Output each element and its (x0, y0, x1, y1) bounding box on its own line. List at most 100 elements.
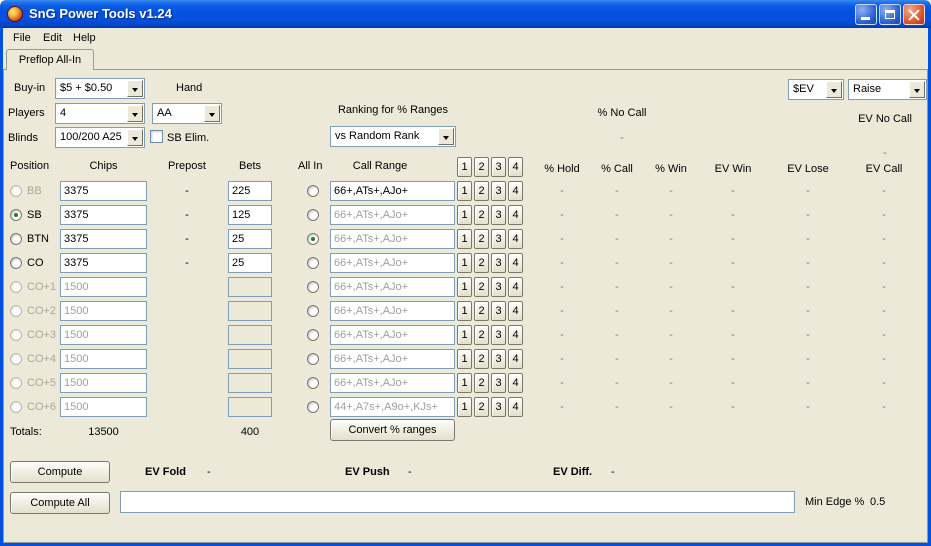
status-input[interactable] (120, 491, 795, 513)
buyin-select[interactable]: $5 + $0.50 (55, 78, 145, 99)
chips-input[interactable] (60, 397, 147, 417)
position-radio[interactable] (10, 209, 22, 221)
allin-radio[interactable] (307, 329, 319, 341)
bets-input[interactable] (228, 397, 272, 417)
call-range-input[interactable] (330, 253, 455, 273)
range-preset-1-button[interactable]: 1 (457, 253, 472, 273)
allin-radio[interactable] (307, 377, 319, 389)
ranking-select[interactable]: vs Random Rank (330, 126, 456, 147)
bets-input[interactable] (228, 277, 272, 297)
bets-input[interactable] (228, 301, 272, 321)
call-range-input[interactable] (330, 325, 455, 345)
range-preset-2-button[interactable]: 2 (474, 301, 489, 321)
call-range-input[interactable] (330, 205, 455, 225)
range-preset-4-button[interactable]: 4 (508, 181, 523, 201)
range-preset-2-button[interactable]: 2 (474, 229, 489, 249)
range-preset-4-button[interactable]: 4 (508, 325, 523, 345)
call-range-input[interactable] (330, 277, 455, 297)
ev-mode-select[interactable]: $EV (788, 79, 844, 100)
bets-input[interactable] (228, 229, 272, 249)
sb-elim-checkbox[interactable] (150, 130, 163, 143)
range-preset-1-button[interactable]: 1 (457, 301, 472, 321)
position-radio[interactable] (10, 257, 22, 269)
action-select[interactable]: Raise (848, 79, 927, 100)
range-preset-1-button[interactable]: 1 (457, 277, 472, 297)
menu-file[interactable]: File (7, 31, 37, 45)
chips-input[interactable] (60, 205, 147, 225)
range-preset-2-button[interactable]: 2 (474, 205, 489, 225)
tab-preflop-all-in[interactable]: Preflop All-In (6, 49, 94, 70)
allin-radio[interactable] (307, 209, 319, 221)
maximize-button[interactable] (879, 4, 901, 25)
range-preset-3-button[interactable]: 3 (491, 253, 506, 273)
compute-button[interactable]: Compute (10, 461, 110, 483)
call-range-input[interactable] (330, 397, 455, 417)
position-radio[interactable] (10, 329, 22, 341)
close-button[interactable] (903, 4, 925, 25)
allin-radio[interactable] (307, 353, 319, 365)
range-preset-2-button[interactable]: 2 (474, 397, 489, 417)
allin-radio[interactable] (307, 233, 319, 245)
position-radio[interactable] (10, 185, 22, 197)
range-preset-3-button[interactable]: 3 (491, 301, 506, 321)
range-preset-3-button[interactable]: 3 (491, 157, 506, 177)
range-preset-2-button[interactable]: 2 (474, 373, 489, 393)
chevron-down-icon[interactable] (909, 81, 925, 98)
hand-select[interactable]: AA (152, 103, 222, 124)
call-range-input[interactable] (330, 373, 455, 393)
range-preset-2-button[interactable]: 2 (474, 181, 489, 201)
chips-input[interactable] (60, 253, 147, 273)
chevron-down-icon[interactable] (826, 81, 842, 98)
call-range-input[interactable] (330, 349, 455, 369)
position-radio[interactable] (10, 377, 22, 389)
range-preset-2-button[interactable]: 2 (474, 349, 489, 369)
menu-edit[interactable]: Edit (37, 31, 68, 45)
players-select[interactable]: 4 (55, 103, 145, 124)
range-preset-4-button[interactable]: 4 (508, 397, 523, 417)
chips-input[interactable] (60, 181, 147, 201)
range-preset-3-button[interactable]: 3 (491, 397, 506, 417)
blinds-select[interactable]: 100/200 A25 (55, 127, 145, 148)
chips-input[interactable] (60, 349, 147, 369)
call-range-input[interactable] (330, 229, 455, 249)
range-preset-2-button[interactable]: 2 (474, 277, 489, 297)
range-preset-4-button[interactable]: 4 (508, 373, 523, 393)
range-preset-1-button[interactable]: 1 (457, 229, 472, 249)
range-preset-3-button[interactable]: 3 (491, 229, 506, 249)
range-preset-1-button[interactable]: 1 (457, 205, 472, 225)
range-preset-4-button[interactable]: 4 (508, 349, 523, 369)
bets-input[interactable] (228, 253, 272, 273)
range-preset-2-button[interactable]: 2 (474, 325, 489, 345)
range-preset-3-button[interactable]: 3 (491, 349, 506, 369)
range-preset-1-button[interactable]: 1 (457, 349, 472, 369)
allin-radio[interactable] (307, 305, 319, 317)
range-preset-2-button[interactable]: 2 (474, 157, 489, 177)
bets-input[interactable] (228, 205, 272, 225)
range-preset-4-button[interactable]: 4 (508, 229, 523, 249)
range-preset-1-button[interactable]: 1 (457, 397, 472, 417)
allin-radio[interactable] (307, 257, 319, 269)
allin-radio[interactable] (307, 401, 319, 413)
position-radio[interactable] (10, 353, 22, 365)
range-preset-4-button[interactable]: 4 (508, 301, 523, 321)
call-range-input[interactable] (330, 301, 455, 321)
position-radio[interactable] (10, 233, 22, 245)
range-preset-4-button[interactable]: 4 (508, 205, 523, 225)
range-preset-3-button[interactable]: 3 (491, 325, 506, 345)
chips-input[interactable] (60, 229, 147, 249)
convert-ranges-button[interactable]: Convert % ranges (330, 419, 455, 441)
chevron-down-icon[interactable] (127, 105, 143, 122)
range-preset-4-button[interactable]: 4 (508, 253, 523, 273)
position-radio[interactable] (10, 401, 22, 413)
chips-input[interactable] (60, 277, 147, 297)
range-preset-3-button[interactable]: 3 (491, 373, 506, 393)
chips-input[interactable] (60, 325, 147, 345)
bets-input[interactable] (228, 325, 272, 345)
menu-help[interactable]: Help (67, 31, 102, 45)
range-preset-3-button[interactable]: 3 (491, 205, 506, 225)
range-preset-3-button[interactable]: 3 (491, 277, 506, 297)
minimize-button[interactable] (855, 4, 877, 25)
allin-radio[interactable] (307, 281, 319, 293)
range-preset-4-button[interactable]: 4 (508, 277, 523, 297)
chips-input[interactable] (60, 373, 147, 393)
